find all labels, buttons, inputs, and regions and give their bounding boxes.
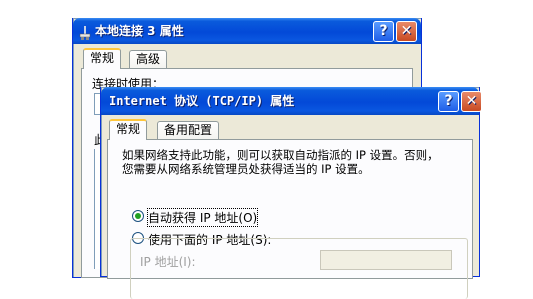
description-text: 如果网络支持此功能，则可以获取自动指派的 IP 设置。否则， 您需要从网络系统管… bbox=[122, 148, 439, 176]
tcpip-properties-window: Internet 协议 (TCP/IP) 属性 ? ✕ 常规 备用配置 如果网络… bbox=[100, 87, 482, 299]
radio-auto-ip-label: 自动获得 IP 地址(O) bbox=[146, 208, 259, 227]
help-icon: ? bbox=[379, 23, 388, 39]
back-tab-general[interactable]: 常规 bbox=[83, 48, 122, 69]
tcpip-window-titlebar[interactable]: Internet 协议 (TCP/IP) 属性 ? ✕ bbox=[101, 87, 482, 115]
tab-alternate-configuration[interactable]: 备用配置 bbox=[157, 121, 220, 140]
radio-button-checked[interactable] bbox=[132, 210, 144, 222]
tcpip-close-button[interactable]: ✕ bbox=[461, 91, 482, 112]
close-icon: ✕ bbox=[465, 93, 478, 109]
back-window-title: 本地连接 3 属性 bbox=[95, 24, 184, 38]
ip-address-label: IP 地址(I): bbox=[140, 255, 196, 269]
network-connection-icon bbox=[79, 23, 91, 40]
back-help-button[interactable]: ? bbox=[373, 21, 394, 42]
back-tab-advanced[interactable]: 高级 bbox=[129, 50, 168, 69]
back-window-titlebar[interactable]: 本地连接 3 属性 ? ✕ bbox=[73, 18, 421, 44]
ip-address-field[interactable] bbox=[320, 250, 452, 270]
general-tab-panel: 如果网络支持此功能，则可以获取自动指派的 IP 设置。否则， 您需要从网络系统管… bbox=[107, 139, 473, 299]
tcpip-help-button[interactable]: ? bbox=[438, 91, 459, 112]
close-icon: ✕ bbox=[400, 23, 413, 39]
back-close-button[interactable]: ✕ bbox=[396, 21, 417, 42]
help-icon: ? bbox=[444, 93, 453, 109]
tcpip-window-title: Internet 协议 (TCP/IP) 属性 bbox=[109, 94, 295, 108]
tab-general[interactable]: 常规 bbox=[109, 119, 148, 140]
